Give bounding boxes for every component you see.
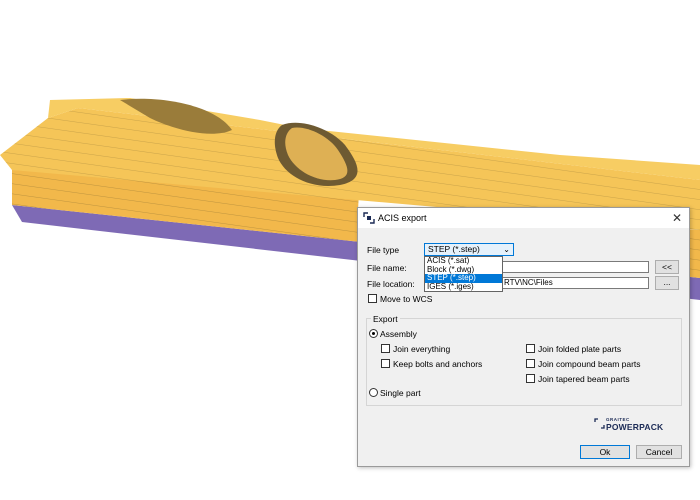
file-type-options-list: ACIS (*.sat) Block (*.dwg) STEP (*.step)… <box>424 256 503 292</box>
join-compound-label: Join compound beam parts <box>538 359 641 369</box>
single-part-label: Single part <box>380 388 421 398</box>
browse-button[interactable]: ... <box>655 276 679 290</box>
close-button[interactable]: ✕ <box>669 210 685 226</box>
export-group-label: Export <box>371 314 400 324</box>
assembly-radio[interactable] <box>369 329 378 338</box>
join-tapered-checkbox[interactable] <box>526 374 535 383</box>
file-type-dropdown[interactable]: STEP (*.step) ⌄ <box>424 243 514 256</box>
export-icon <box>363 212 375 224</box>
file-location-label: File location: <box>367 279 415 289</box>
dialog-titlebar[interactable]: ACIS export ✕ <box>358 208 689 228</box>
file-name-label: File name: <box>367 263 407 273</box>
join-everything-checkbox[interactable] <box>381 344 390 353</box>
cancel-button[interactable]: Cancel <box>636 445 682 459</box>
join-compound-checkbox[interactable] <box>526 359 535 368</box>
join-everything-label: Join everything <box>393 344 451 354</box>
ok-button[interactable]: Ok <box>580 445 630 459</box>
keep-bolts-checkbox[interactable] <box>381 359 390 368</box>
file-type-option[interactable]: IGES (*.iges) <box>425 282 502 292</box>
single-part-radio[interactable] <box>369 388 378 397</box>
join-folded-checkbox[interactable] <box>526 344 535 353</box>
acis-export-dialog: ACIS export ✕ File type STEP (*.step) ⌄ … <box>357 207 690 467</box>
move-to-wcs-checkbox[interactable] <box>368 294 377 303</box>
file-name-button[interactable]: << <box>655 260 679 274</box>
graitec-powerpack-logo: GRAITEC POWERPACK <box>594 417 674 435</box>
brand-powerpack: POWERPACK <box>606 422 664 432</box>
file-type-value: STEP (*.step) <box>428 244 480 254</box>
keep-bolts-label: Keep bolts and anchors <box>393 359 483 369</box>
file-type-label: File type <box>367 245 400 255</box>
move-to-wcs-label: Move to WCS <box>380 294 433 304</box>
join-folded-label: Join folded plate parts <box>538 344 622 354</box>
graitec-logo-icon <box>594 418 605 429</box>
chevron-down-icon: ⌄ <box>503 245 510 254</box>
dialog-title: ACIS export <box>378 213 427 223</box>
assembly-label: Assembly <box>380 329 417 339</box>
join-tapered-label: Join tapered beam parts <box>538 374 630 384</box>
